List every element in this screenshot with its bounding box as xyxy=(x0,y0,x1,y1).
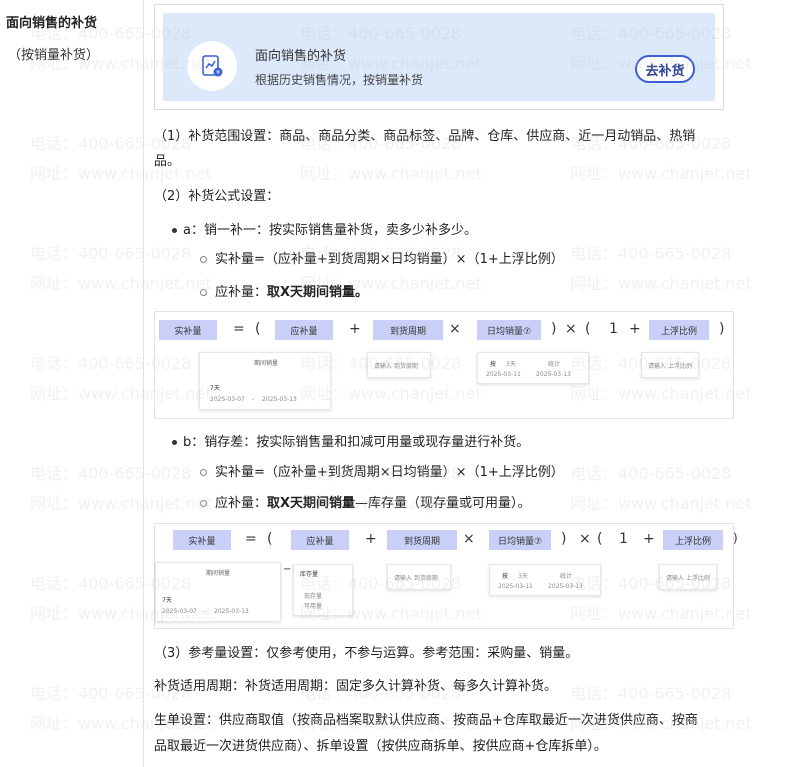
bullet-dot-icon xyxy=(172,440,177,445)
sidebar: 面向销售的补货 （按销量补货） xyxy=(0,0,144,767)
scope-line-2: 品。 xyxy=(154,154,181,169)
bullet-dot-icon xyxy=(172,228,177,233)
stock-type-panel: 库存量 现存量 可用量 xyxy=(293,564,353,616)
bullet-circle-icon xyxy=(200,500,207,507)
formula-chip: 到货周期 xyxy=(387,530,457,550)
scope-line-1: （1）补货范围设置：商品、商品分类、商品标签、品牌、仓库、供应商、近一月动销品、… xyxy=(154,129,696,144)
method-b-should: 应补量：取X天期间销量—库存量（现存量或可用量）。 xyxy=(200,493,531,515)
formula-chip: 上浮比例 xyxy=(663,530,723,550)
formula-chip: 日均销量⑦ xyxy=(489,530,551,550)
svg-text:¥: ¥ xyxy=(216,70,220,77)
bullet-circle-icon xyxy=(200,256,207,263)
formula-chip: 日均销量⑦ xyxy=(477,320,541,340)
period-sales-panel: 期间销量 7天 2025-03-07 - 2025-03-13 xyxy=(199,352,331,410)
formula-chip: 上浮比例 xyxy=(649,320,709,340)
replenish-cycle: 补货适用周期：补货适用周期：固定多久计算补货、每多久计算补货。 xyxy=(154,679,558,694)
banner-frame: ¥ 面向销售的补货 根据历史销售情况，按销量补货 去补货 xyxy=(154,4,724,110)
method-a-formula: 实补量=（应补量+到货周期×日均销量）×（1+上浮比例） xyxy=(200,249,564,271)
method-b-title: b：销存差：按实际销售量和扣减可用量或现存量进行补货。 xyxy=(172,432,529,454)
arrival-period-input: 请输入 到货周期 xyxy=(387,564,451,590)
replenish-banner: ¥ 面向销售的补货 根据历史销售情况，按销量补货 去补货 xyxy=(163,13,715,101)
bullet-circle-icon xyxy=(200,289,207,296)
order-settings-line-1: 生单设置：供应商取值（按商品档案取默认供应商、按商品+仓库取最近一次进货供应商、… xyxy=(154,713,698,728)
formula-chip: 实补量 xyxy=(173,530,231,550)
formula-chip: 实补量 xyxy=(159,320,217,340)
sidebar-subtitle: （按销量补货） xyxy=(8,48,100,63)
main-content: ¥ 面向销售的补货 根据历史销售情况，按销量补货 去补货 （1）补货范围设置：商… xyxy=(144,0,793,767)
formula-diagram-a: 实补量 = ( 应补量 + 到货周期 × 日均销量⑦ ) × ( 1 + 上浮比… xyxy=(154,311,734,419)
banner-title: 面向销售的补货 xyxy=(255,49,347,64)
sidebar-title: 面向销售的补货 xyxy=(6,16,98,31)
formula-chip: 应补量 xyxy=(291,530,349,550)
float-ratio-input: 请输入 上浮比例 xyxy=(641,352,699,378)
bullet-circle-icon xyxy=(200,469,207,476)
formula-diagram-b: 实补量 = ( 应补量 + 到货周期 × 日均销量⑦ ) × ( 1 + 上浮比… xyxy=(154,523,738,629)
formula-chip: 应补量 xyxy=(275,320,333,340)
order-settings-line-2: 品取最近一次进货供应商）、拆单设置（按供应商拆单、按供应商+仓库拆单）。 xyxy=(154,739,607,754)
arrival-period-input: 请输入 到货周期 xyxy=(367,352,431,378)
chart-clipboard-icon: ¥ xyxy=(187,41,237,91)
method-b-formula: 实补量=（应补量+到货周期×日均销量）×（1+上浮比例） xyxy=(200,462,564,484)
float-ratio-input: 请输入 上浮比例 xyxy=(659,564,717,590)
reference-settings: （3）参考量设置：仅参考使用，不参与运算。参考范围：采购量、销量。 xyxy=(154,646,579,661)
method-a-title: a：销一补一：按实际销售量补货，卖多少补多少。 xyxy=(172,220,477,242)
formula-settings-heading: （2）补货公式设置： xyxy=(154,189,280,204)
go-replenish-button[interactable]: 去补货 xyxy=(635,55,695,83)
period-sales-panel: 期间销量 7天 2025-03-07 - 2025-03-13 xyxy=(155,562,281,622)
formula-chip: 到货周期 xyxy=(373,320,443,340)
method-a-should: 应补量：取X天期间销量。 xyxy=(200,282,368,304)
daily-sales-input: 按 3天 统计 2025-03-11 2025-03-13 xyxy=(489,564,601,596)
banner-subtitle: 根据历史销售情况，按销量补货 xyxy=(255,73,424,87)
daily-sales-input: 按 3天 统计 2025-03-11 2025-03-13 xyxy=(477,352,589,384)
